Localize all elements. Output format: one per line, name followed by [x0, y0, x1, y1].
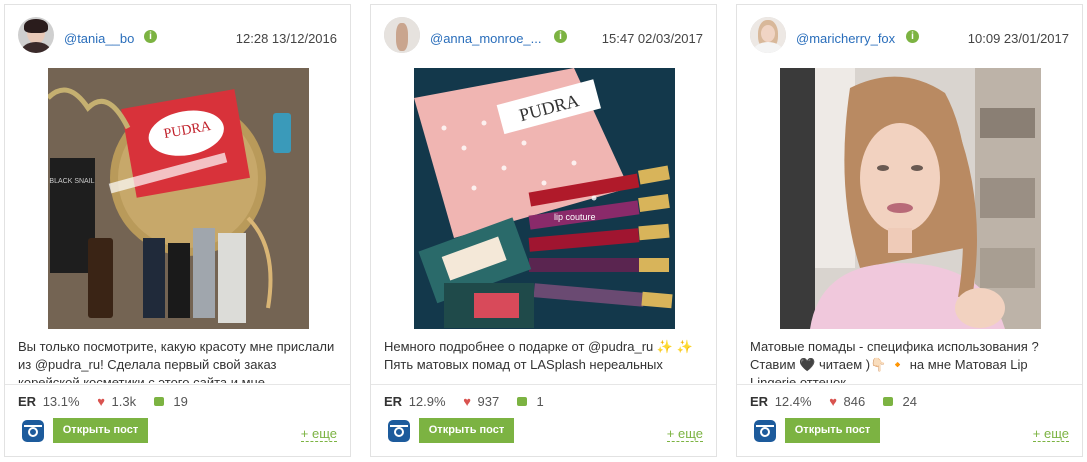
- er-value: 13.1%: [42, 394, 80, 410]
- verified-icon: i: [554, 30, 567, 43]
- instagram-icon[interactable]: [388, 420, 410, 442]
- comments-count: 1: [536, 394, 544, 410]
- likes-count: 1.3k: [111, 394, 137, 410]
- more-link[interactable]: + еще: [666, 427, 703, 442]
- post-card: @tania__bo i 12:28 13/12/2016 PUDRA BLAC…: [4, 4, 351, 457]
- post-stats: ER 12.9% ♥ 937 1: [384, 393, 544, 409]
- avatar[interactable]: [750, 17, 786, 53]
- post-datetime: 10:09 23/01/2017: [967, 31, 1069, 46]
- post-stats: ER 13.1% ♥ 1.3k 19: [18, 393, 188, 409]
- comment-icon: [882, 397, 893, 407]
- comments-count: 24: [902, 394, 917, 410]
- verified-icon: i: [144, 30, 157, 43]
- post-header: @tania__bo i 12:28 13/12/2016: [5, 5, 350, 67]
- username-link[interactable]: @tania__bo: [64, 31, 134, 46]
- likes-count: 846: [843, 394, 866, 410]
- post-photo[interactable]: [780, 68, 1041, 329]
- instagram-icon[interactable]: [22, 420, 44, 442]
- post-datetime: 15:47 02/03/2017: [601, 31, 703, 46]
- instagram-icon[interactable]: [754, 420, 776, 442]
- er-label: ER: [750, 394, 769, 410]
- er-label: ER: [18, 394, 37, 410]
- open-post-button[interactable]: Открыть пост: [53, 418, 148, 443]
- heart-icon: ♥: [829, 394, 837, 410]
- comment-icon: [153, 397, 164, 407]
- heart-icon: ♥: [463, 394, 471, 410]
- divider: [371, 384, 716, 385]
- likes-count: 937: [477, 394, 500, 410]
- comments-count: 19: [173, 394, 188, 410]
- post-photo[interactable]: PUDRA lip couture: [414, 68, 675, 329]
- heart-icon: ♥: [97, 394, 105, 410]
- post-caption: Вы только посмотрите, какую красоту мне …: [18, 339, 335, 383]
- verified-icon: i: [906, 30, 919, 43]
- avatar[interactable]: [18, 17, 54, 53]
- post-card: @anna_monroe_... i 15:47 02/03/2017 PUDR…: [370, 4, 717, 457]
- post-header: @anna_monroe_... i 15:47 02/03/2017: [371, 5, 716, 67]
- er-label: ER: [384, 394, 403, 410]
- er-value: 12.4%: [774, 394, 812, 410]
- more-link[interactable]: + еще: [1032, 427, 1069, 442]
- post-caption: Матовые помады - специфика использования…: [750, 339, 1039, 383]
- post-header: @maricherry_fox i 10:09 23/01/2017: [737, 5, 1082, 67]
- svg-text:BLACK SNAIL: BLACK SNAIL: [49, 178, 94, 185]
- er-value: 12.9%: [408, 394, 446, 410]
- post-photo[interactable]: PUDRA BLACK SNAIL: [48, 68, 309, 329]
- avatar[interactable]: [384, 17, 420, 53]
- username-link[interactable]: @anna_monroe_...: [430, 31, 542, 46]
- comment-icon: [516, 397, 527, 407]
- open-post-button[interactable]: Открыть пост: [419, 418, 514, 443]
- more-link[interactable]: + еще: [300, 427, 337, 442]
- post-card: @maricherry_fox i 10:09 23/01/2017 Матов…: [736, 4, 1083, 457]
- username-link[interactable]: @maricherry_fox: [796, 31, 895, 46]
- divider: [5, 384, 350, 385]
- svg-text:lip couture: lip couture: [554, 212, 596, 222]
- post-stats: ER 12.4% ♥ 846 24: [750, 393, 917, 409]
- post-caption: Немного подробнее о подарке от @pudra_ru…: [384, 339, 693, 372]
- post-datetime: 12:28 13/12/2016: [235, 31, 337, 46]
- divider: [737, 384, 1082, 385]
- open-post-button[interactable]: Открыть пост: [785, 418, 880, 443]
